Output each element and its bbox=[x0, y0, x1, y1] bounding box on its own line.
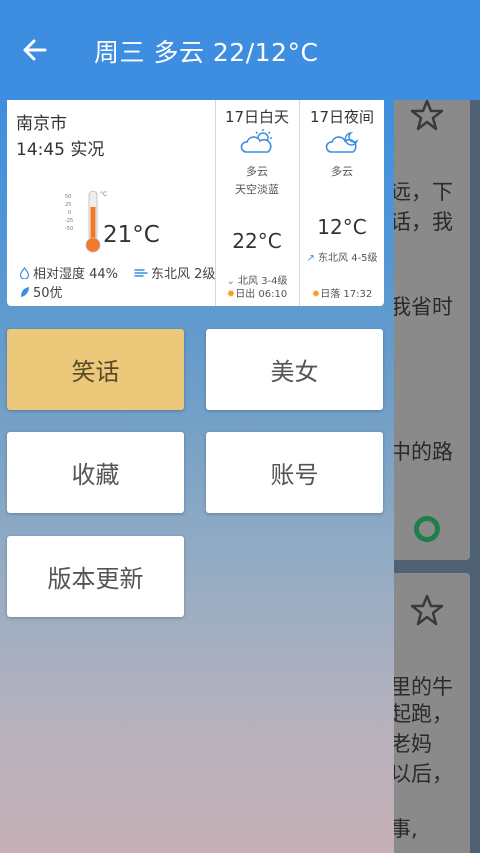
star-icon[interactable] bbox=[410, 98, 444, 132]
feed-card[interactable]: 里的牛 起跑， 老妈 以后， 事, bbox=[390, 573, 470, 853]
sunset-icon: ✹ bbox=[311, 289, 321, 300]
update-button[interactable]: 版本更新 bbox=[7, 536, 184, 617]
svg-text:°C: °C bbox=[100, 191, 107, 198]
svg-text:0: 0 bbox=[68, 210, 71, 216]
feed-text-line: 以后， bbox=[390, 762, 453, 786]
feed-text-line: 起跑， bbox=[390, 702, 453, 726]
app-bar: 周三 多云 22/12°C bbox=[0, 0, 480, 100]
sky-description: 天空淡蓝 bbox=[235, 183, 279, 196]
background-feed: 远，下 话，我 我省时 中的路 里的牛 起跑， 老妈 以后， 事, bbox=[390, 86, 480, 853]
feed-text-line: 事, bbox=[390, 817, 418, 841]
navigation-drawer: 南京市 14:45 实况 50 25 0 -25 -50 °C 21°C 相对湿… bbox=[0, 86, 394, 853]
sunset-time: ✹日落 17:32 bbox=[311, 289, 373, 300]
feed-text-line: 中的路 bbox=[390, 440, 453, 464]
daytime-temperature: 22°C bbox=[232, 229, 282, 253]
favorites-button[interactable]: 收藏 bbox=[7, 432, 184, 513]
daytime-condition: 多云 bbox=[246, 165, 268, 178]
humidity-wind-row: 相对湿度 44% 东北风 2级 bbox=[19, 263, 215, 282]
jokes-button[interactable]: 笑话 bbox=[7, 329, 184, 410]
account-button[interactable]: 账号 bbox=[206, 432, 383, 513]
arrow-left-icon bbox=[23, 39, 47, 61]
water-drop-icon bbox=[19, 266, 30, 279]
feed-text-line: 我省时 bbox=[390, 295, 453, 319]
feed-text-line: 话，我 bbox=[390, 210, 453, 234]
partly-cloudy-day-icon bbox=[240, 129, 272, 153]
svg-text:-25: -25 bbox=[65, 218, 73, 224]
wind-arrow-icon: ↗ bbox=[306, 253, 315, 264]
weather-card[interactable]: 南京市 14:45 实况 50 25 0 -25 -50 °C 21°C 相对湿… bbox=[7, 97, 384, 306]
observation-time: 14:45 实况 bbox=[16, 140, 105, 160]
leaf-icon bbox=[21, 286, 29, 297]
feed-card[interactable]: 远，下 话，我 我省时 中的路 bbox=[390, 86, 470, 560]
svg-text:25: 25 bbox=[65, 202, 71, 208]
nighttime-title: 17日夜间 bbox=[309, 108, 375, 126]
cloudy-night-icon bbox=[325, 132, 359, 153]
back-button[interactable] bbox=[14, 30, 54, 70]
sunrise-time: ✹日出 06:10 bbox=[226, 289, 288, 300]
feed-text-line: 里的牛 bbox=[390, 675, 453, 699]
sunrise-icon: ✹ bbox=[226, 289, 236, 300]
nighttime-wind: ↗ 东北风 4-5级 bbox=[306, 253, 378, 264]
feed-text-line: 老妈 bbox=[390, 732, 432, 756]
svg-text:-50: -50 bbox=[65, 226, 73, 232]
star-icon[interactable] bbox=[410, 593, 444, 627]
air-quality-row: 50优 bbox=[19, 282, 63, 301]
feed-text-line: 远，下 bbox=[390, 180, 453, 204]
humidity-text: 相对湿度 44% bbox=[33, 267, 119, 282]
wind-text: 东北风 2级 bbox=[151, 267, 216, 282]
daytime-title: 17日白天 bbox=[224, 108, 290, 126]
daytime-forecast[interactable]: 17日白天 多云 天空淡蓝 22°C ⌄ 北风 3-4级 ✹日出 06:10 bbox=[215, 97, 299, 306]
current-temperature: 21°C bbox=[103, 222, 160, 248]
app-logo-icon[interactable] bbox=[414, 516, 440, 542]
beauty-button[interactable]: 美女 bbox=[206, 329, 383, 410]
page-title: 周三 多云 22/12°C bbox=[94, 38, 319, 67]
nighttime-forecast[interactable]: 17日夜间 多云 12°C ↗ 东北风 4-5级 ✹日落 17:32 bbox=[300, 97, 384, 306]
nighttime-temperature: 12°C bbox=[317, 215, 367, 239]
nighttime-condition: 多云 bbox=[331, 165, 353, 178]
city-name: 南京市 bbox=[16, 114, 67, 134]
wind-icon bbox=[134, 269, 148, 277]
aqi-text: 50优 bbox=[33, 286, 63, 301]
svg-text:50: 50 bbox=[65, 194, 71, 200]
